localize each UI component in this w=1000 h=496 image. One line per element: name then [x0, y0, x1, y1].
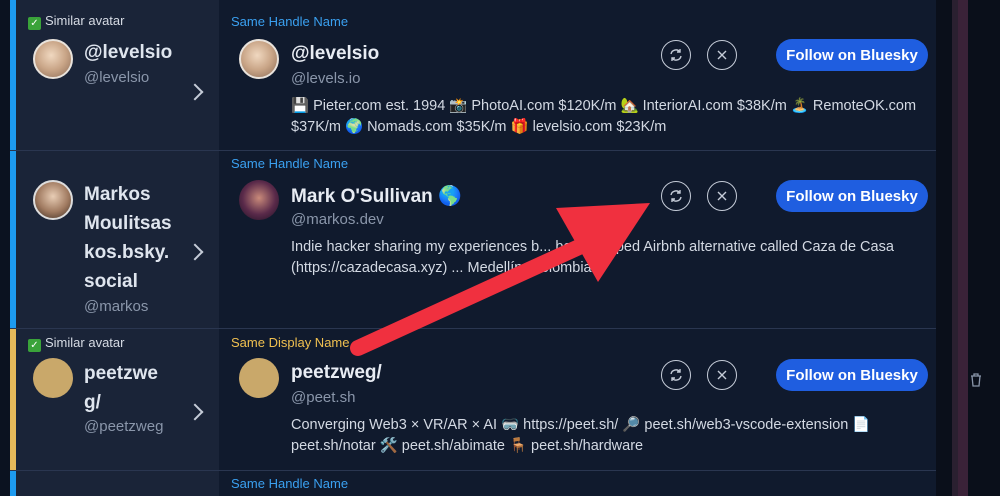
bio: Indie hacker sharing my experiences b...…: [291, 239, 894, 276]
trash-icon[interactable]: [969, 372, 983, 388]
twitter-handle: @peetzweg: [84, 418, 164, 435]
twitter-name-line: peetzwe: [84, 363, 158, 384]
dismiss-button[interactable]: [707, 181, 737, 211]
match-type-label: Same Handle Name: [231, 476, 349, 491]
refresh-icon: [670, 49, 682, 61]
follow-on-bluesky-button[interactable]: Follow on Bluesky: [776, 180, 928, 212]
similar-avatar-label: Similar avatar: [45, 335, 125, 350]
twitter-name-line: social: [84, 271, 138, 292]
bluesky-handle: @markos.dev: [291, 211, 384, 228]
avatar: [239, 180, 279, 220]
list-item: Markos Moulitsas kos.bsky. social @marko…: [10, 151, 936, 329]
bluesky-handle: @peet.sh: [291, 389, 356, 406]
chevron-right-icon[interactable]: [186, 243, 204, 261]
refresh-icon: [670, 190, 682, 202]
similar-avatar-badge: ✓ Similar avatar: [28, 13, 124, 30]
side-panel: [936, 0, 1000, 496]
twitter-name-line: g/: [84, 392, 101, 413]
avatar: [33, 180, 73, 220]
twitter-account[interactable]: ✓ Similar avatar peetzwe g/ @peetzweg: [16, 329, 219, 470]
similar-avatar-badge: ✓ Similar avatar: [28, 335, 124, 352]
chevron-right-icon[interactable]: [186, 83, 204, 101]
close-icon: [717, 370, 727, 380]
follow-on-bluesky-button[interactable]: Follow on Bluesky: [776, 39, 928, 71]
avatar: [33, 358, 73, 398]
bio: 💾 Pieter.com est. 1994 📸 PhotoAI.com $12…: [291, 98, 917, 135]
display-name: peetzweg/: [291, 362, 382, 383]
bluesky-match: Same Handle Name Mark O'Sullivan 🌎 @mark…: [219, 151, 936, 328]
close-icon: [717, 191, 727, 201]
match-type-label: Same Handle Name: [231, 14, 349, 29]
display-name: @levelsio: [291, 43, 380, 64]
bluesky-match: Same Handle Name: [219, 471, 936, 496]
bluesky-handle: @levels.io: [291, 70, 361, 87]
follow-on-bluesky-button[interactable]: Follow on Bluesky: [776, 359, 928, 391]
dismiss-button[interactable]: [707, 40, 737, 70]
twitter-name: @levelsio: [84, 42, 173, 63]
twitter-name-line: Markos: [84, 184, 151, 205]
twitter-handle: @markos: [84, 298, 149, 315]
refresh-button[interactable]: [661, 360, 691, 390]
bluesky-match: Same Display Name peetzweg/ @peet.sh Con…: [219, 329, 936, 470]
list-item: Same Handle Name: [10, 471, 936, 496]
avatar: [239, 358, 279, 398]
chevron-right-icon[interactable]: [186, 403, 204, 421]
twitter-account[interactable]: Markos Moulitsas kos.bsky. social @marko…: [16, 151, 219, 328]
similar-avatar-label: Similar avatar: [45, 13, 125, 28]
results-list: ✓ Similar avatar @levelsio @levelsio Same…: [10, 0, 936, 496]
twitter-handle: @levelsio: [84, 69, 150, 86]
twitter-account[interactable]: ✓ Similar avatar @levelsio @levelsio: [16, 0, 219, 150]
bio: Converging Web3 × VR/AR × AI 🥽 https://p…: [291, 417, 871, 454]
left-edge: [0, 0, 10, 496]
avatar: [239, 39, 279, 79]
match-type-label: Same Display Name: [231, 335, 350, 350]
avatar: [33, 39, 73, 79]
refresh-button[interactable]: [661, 181, 691, 211]
twitter-name-line: Moulitsas: [84, 213, 172, 234]
twitter-name-line: kos.bsky.: [84, 242, 170, 263]
bluesky-match: Same Handle Name @levelsio @levels.io 💾 …: [219, 0, 936, 150]
list-item: ✓ Similar avatar peetzwe g/ @peetzweg Sam…: [10, 329, 936, 471]
dismiss-button[interactable]: [707, 360, 737, 390]
match-type-label: Same Handle Name: [231, 156, 349, 171]
refresh-button[interactable]: [661, 40, 691, 70]
scrollbar-thumb[interactable]: [958, 0, 968, 496]
refresh-icon: [670, 369, 682, 381]
twitter-account[interactable]: [16, 471, 219, 496]
check-icon: ✓: [28, 17, 41, 30]
list-item: ✓ Similar avatar @levelsio @levelsio Same…: [10, 0, 936, 151]
close-icon: [717, 50, 727, 60]
check-icon: ✓: [28, 339, 41, 352]
display-name: Mark O'Sullivan 🌎: [291, 186, 462, 207]
